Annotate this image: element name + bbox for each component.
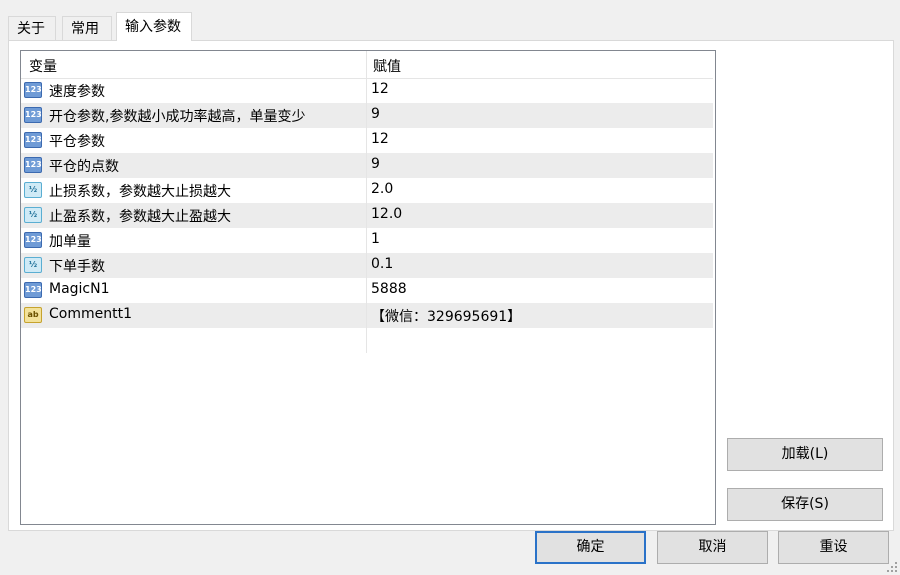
parameters-grid[interactable]: 变量 赋值 123 速度参数 12 123 开仓参数,参数越小成功率越高，单量变少 9 12… [20, 50, 716, 525]
parameter-name: 平仓的点数 [49, 159, 119, 175]
parameter-name: 平仓参数 [49, 134, 105, 150]
parameter-row[interactable]: ½ 止盈系数，参数越大止盈越大 12.0 [21, 203, 713, 228]
parameter-value[interactable]: 9 [371, 156, 380, 172]
parameter-row[interactable]: 123 加单量 1 [21, 228, 713, 253]
column-divider [366, 51, 367, 353]
column-header-variable[interactable]: 变量 [29, 56, 57, 76]
parameter-row[interactable]: 123 平仓的点数 9 [21, 153, 713, 178]
load-button[interactable]: 加载(L) [727, 438, 883, 471]
parameter-row[interactable]: ½ 下单手数 0.1 [21, 253, 713, 278]
parameter-value[interactable]: 0.1 [371, 256, 393, 272]
tab-inputs[interactable]: 输入参数 [116, 12, 192, 41]
string-type-icon: ab [24, 307, 42, 323]
parameter-row[interactable]: 123 平仓参数 12 [21, 128, 713, 153]
parameter-value[interactable]: 12 [371, 81, 389, 97]
column-header-value[interactable]: 赋值 [373, 56, 401, 76]
parameter-name: 止损系数，参数越大止损越大 [49, 184, 231, 200]
integer-type-icon: 123 [24, 157, 42, 173]
parameter-value[interactable]: 【微信：329695691】 [371, 306, 521, 326]
double-type-icon: ½ [24, 182, 42, 198]
parameter-row[interactable]: ab Commentt1 【微信：329695691】 [21, 303, 713, 328]
double-type-icon: ½ [24, 257, 42, 273]
parameter-name: Commentt1 [49, 306, 132, 322]
ok-button[interactable]: 确定 [535, 531, 646, 564]
reset-button[interactable]: 重设 [778, 531, 889, 564]
integer-type-icon: 123 [24, 282, 42, 298]
parameter-name: 加单量 [49, 234, 91, 250]
parameter-row[interactable]: ½ 止损系数，参数越大止损越大 2.0 [21, 178, 713, 203]
grid-header: 变量 赋值 [21, 51, 713, 79]
parameter-name: 止盈系数，参数越大止盈越大 [49, 209, 231, 225]
parameter-value[interactable]: 5888 [371, 281, 407, 297]
integer-type-icon: 123 [24, 82, 42, 98]
parameter-row[interactable]: 123 开仓参数,参数越小成功率越高，单量变少 9 [21, 103, 713, 128]
parameter-row[interactable]: 123 MagicN1 5888 [21, 278, 713, 303]
tab-common[interactable]: 常用 [62, 16, 112, 40]
parameter-value[interactable]: 2.0 [371, 181, 393, 197]
parameter-value[interactable]: 9 [371, 106, 380, 122]
integer-type-icon: 123 [24, 232, 42, 248]
double-type-icon: ½ [24, 207, 42, 223]
integer-type-icon: 123 [24, 107, 42, 123]
save-button[interactable]: 保存(S) [727, 488, 883, 521]
parameter-name: MagicN1 [49, 281, 110, 297]
parameter-name: 开仓参数,参数越小成功率越高，单量变少 [49, 109, 306, 125]
parameter-value[interactable]: 12 [371, 131, 389, 147]
parameter-value[interactable]: 1 [371, 231, 380, 247]
parameter-row[interactable]: 123 速度参数 12 [21, 78, 713, 103]
parameter-value[interactable]: 12.0 [371, 206, 402, 222]
tab-about[interactable]: 关于 [8, 16, 56, 40]
parameter-name: 下单手数 [49, 259, 105, 275]
parameter-name: 速度参数 [49, 84, 105, 100]
integer-type-icon: 123 [24, 132, 42, 148]
cancel-button[interactable]: 取消 [657, 531, 768, 564]
resize-grip-icon[interactable] [887, 562, 897, 572]
